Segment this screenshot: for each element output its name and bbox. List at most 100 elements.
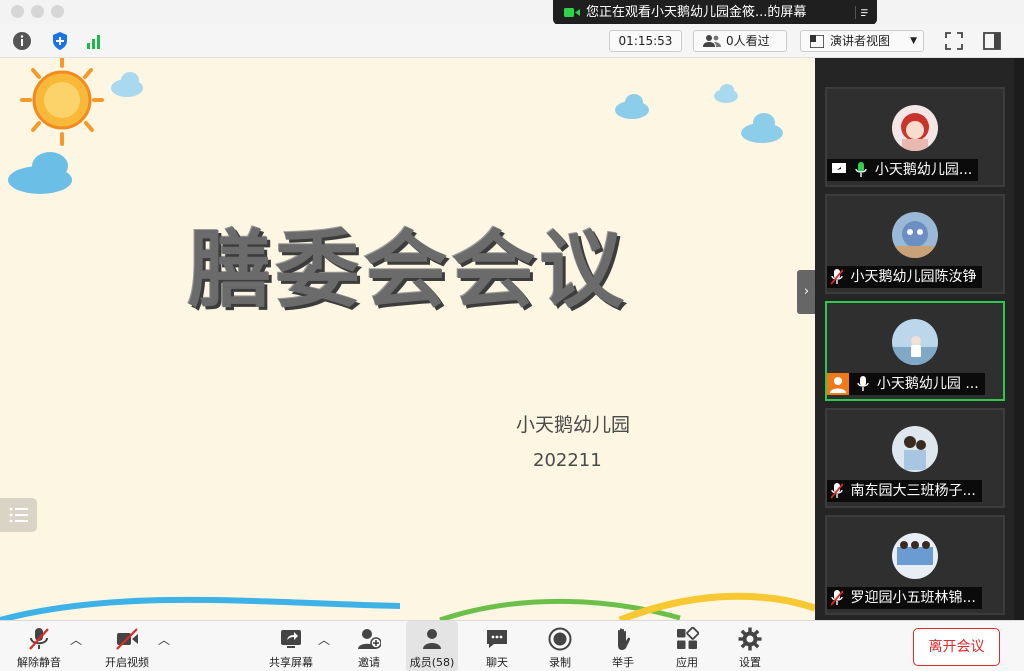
invite-label: 邀请 [358,656,380,669]
participant-name: 小天鹅幼儿园 ... [876,376,979,392]
share-options-caret[interactable]: ︿ [318,631,330,648]
chevron-right-icon: › [803,284,810,299]
people-icon [703,35,721,47]
meeting-timer: 01:15:53 [609,30,682,52]
avatar [892,533,938,579]
chat-label: 聊天 [486,656,508,669]
participant-name-bar: 小天鹅幼儿园 ... [827,373,985,395]
slide-date: 202211 [533,450,602,471]
cloud-icon [111,72,143,97]
meeting-top-toolbar: 01:15:53 0人看过 演讲者视图 ▼ [0,24,1024,58]
sun-icon [20,58,104,146]
share-screen-label: 共享屏幕 [269,656,313,669]
viewers-button[interactable]: 0人看过 [693,30,787,52]
share-screen-icon [281,630,301,648]
participant-name-bar: 小天鹅幼儿园陈汝铮 [827,266,983,288]
avatar [892,426,938,472]
share-screen-button[interactable]: 共享屏幕 [262,621,320,671]
leave-meeting-button[interactable]: 离开会议 [913,628,1000,666]
muted-microphone-icon [831,590,843,606]
avatar [892,212,938,258]
side-panel-icon[interactable] [982,31,1002,51]
slide-list-button[interactable] [0,498,37,532]
participant-name: 小天鹅幼儿园陈汝铮 [850,269,977,285]
muted-microphone-icon [831,269,843,285]
list-icon [9,507,28,523]
gallery-scrollbar[interactable] [1014,58,1024,620]
record-label: 录制 [549,656,571,669]
start-video-button[interactable]: 开启视频 [98,621,156,671]
video-camera-icon [564,8,580,17]
participant-name-bar: 南东园大三班杨子... [827,480,982,502]
apps-button[interactable]: 应用 [664,621,710,671]
participant-tile-active-speaker[interactable]: 小天鹅幼儿园 ... [825,301,1005,401]
fullscreen-icon[interactable] [944,31,964,51]
minimize-window-button[interactable] [31,5,44,18]
participant-name: 南东园大三班杨子... [850,483,976,499]
close-window-button[interactable] [11,5,24,18]
unmute-label: 解除静音 [17,656,61,669]
microphone-icon [857,376,870,391]
participant-tile[interactable]: 罗迎园小五班林锦... [825,515,1005,615]
apps-label: 应用 [676,656,698,669]
avatar [892,319,938,365]
settings-button[interactable]: 设置 [727,621,773,671]
muted-microphone-icon [29,628,49,650]
participants-label: 成员(58) [409,656,455,669]
maximize-window-button[interactable] [51,5,64,18]
layout-icon [810,35,824,48]
info-icon[interactable] [12,31,32,51]
zoom-window: 您正在观看小天鹅幼儿园金筱...的屏幕 01:15:53 0人看过 演讲者视图 … [0,0,1024,671]
viewing-screen-text: 您正在观看小天鹅幼儿园金筱...的屏幕 [586,5,807,20]
video-options-caret[interactable]: ︿ [158,631,170,648]
menu-icon[interactable] [855,6,869,19]
cloud-icon [741,113,783,143]
participant-tile[interactable]: 小天鹅幼儿园... [825,87,1005,187]
cloud-icon [8,152,72,194]
slide-decoration [0,58,815,620]
unmute-button[interactable]: 解除静音 [10,621,68,671]
raise-hand-label: 举手 [612,656,634,669]
cloud-icon [615,94,649,119]
muted-microphone-icon [831,483,843,499]
participant-name-bar: 罗迎园小五班林锦... [827,587,982,609]
raise-hand-button[interactable]: 举手 [600,621,646,671]
chat-button[interactable]: 聊天 [474,621,520,671]
slide-organization: 小天鹅幼儿园 [516,414,631,436]
audio-options-caret[interactable]: ︿ [70,631,82,648]
participants-button[interactable]: 成员(58) [406,621,458,671]
participant-tile[interactable]: 南东园大三班杨子... [825,408,1005,508]
participant-name: 罗迎园小五班林锦... [850,590,976,606]
participant-gallery: 小天鹅幼儿园... 小天鹅幼儿园陈汝铮 小天鹅幼儿园 ... 南东园大三班杨子.… [815,58,1024,620]
participant-name-bar: 小天鹅幼儿园... [827,159,979,181]
slide-title: 膳委会会议 [187,221,628,319]
viewing-screen-banner[interactable]: 您正在观看小天鹅幼儿园金筱...的屏幕 [553,0,877,25]
shared-screen: 膳委会会议 小天鹅幼儿园 202211 [0,58,815,620]
network-signal-icon[interactable] [84,31,104,51]
cloud-icon [714,84,738,103]
security-shield-icon[interactable] [50,31,70,51]
invite-button[interactable]: 邀请 [346,621,392,671]
settings-label: 设置 [739,656,761,669]
viewers-count: 0人看过 [726,34,770,48]
collapse-gallery-button[interactable]: › [797,270,816,314]
avatar [892,105,938,151]
gear-icon [738,627,762,651]
person-icon [827,373,849,395]
chat-icon [487,630,507,648]
view-mode-label: 演讲者视图 [830,34,891,48]
meeting-controls-bar: 解除静音 ︿ 开启视频 ︿ 共享屏幕 ︿ 邀请 成员(58) 聊天 录制 举手 … [0,620,1024,671]
participants-icon [423,629,441,649]
microphone-icon [855,162,868,177]
screen-share-icon [832,163,846,173]
chevron-down-icon: ▼ [910,36,917,46]
apps-grid-icon [677,627,699,649]
record-button[interactable]: 录制 [537,621,583,671]
participant-name: 小天鹅幼儿园... [874,162,973,178]
view-mode-dropdown[interactable]: 演讲者视图 ▼ [800,30,924,52]
record-icon [548,627,572,651]
participant-tile[interactable]: 小天鹅幼儿园陈汝铮 [825,194,1005,294]
add-user-icon [358,629,381,649]
raise-hand-icon [618,628,631,650]
start-video-label: 开启视频 [105,656,149,669]
